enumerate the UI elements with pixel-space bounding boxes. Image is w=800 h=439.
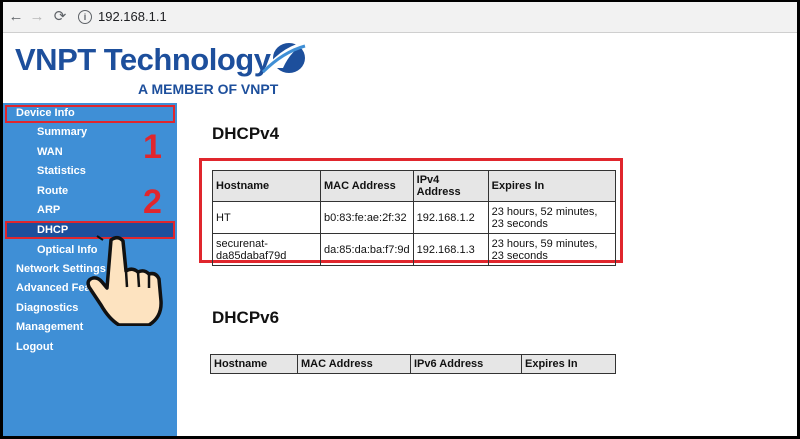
column-header: Expires In: [521, 354, 616, 374]
sidebar-item-management[interactable]: Management: [16, 321, 83, 333]
table-cell: da:85:da:ba:f7:9d: [320, 233, 414, 266]
sidebar-item-logout[interactable]: Logout: [16, 341, 53, 353]
column-header: Expires In: [487, 170, 617, 202]
table-cell: 192.168.1.2: [412, 201, 489, 234]
table-row: securenat-da85dabaf79d da:85:da:ba:f7:9d…: [212, 233, 617, 266]
dhcpv4-table: Hostname MAC Address IPv4 Address Expire…: [212, 170, 617, 266]
dhcpv6-title: DHCPv6: [212, 308, 280, 327]
sidebar-item-arp[interactable]: ARP: [37, 204, 60, 216]
sidebar-item-statistics[interactable]: Statistics: [37, 165, 86, 177]
column-header: Hostname: [210, 354, 298, 374]
sidebar-item-dhcp[interactable]: DHCP: [37, 224, 68, 236]
table-cell: b0:83:fe:ae:2f:32: [320, 201, 414, 234]
dhcpv6-table: Hostname MAC Address IPv6 Address Expire…: [210, 354, 616, 374]
table-cell: 23 hours, 59 minutes, 23 seconds: [487, 233, 617, 266]
table-cell: HT: [212, 201, 321, 234]
reload-icon[interactable]: ⟳: [51, 8, 69, 26]
column-header: MAC Address: [297, 354, 411, 374]
table-cell: 23 hours, 52 minutes, 23 seconds: [487, 201, 617, 234]
browser-window: ← → ⟳ i 192.168.1.1 VNPT Technology A ME…: [3, 2, 797, 436]
brand-name: VNPT Technology: [15, 42, 271, 77]
table-row: HT b0:83:fe:ae:2f:32 192.168.1.2 23 hour…: [212, 201, 617, 234]
sidebar-item-route[interactable]: Route: [37, 185, 68, 197]
column-header: MAC Address: [320, 170, 414, 202]
vnpt-logo-icon: [261, 42, 307, 74]
step-1-marker: 1: [143, 128, 162, 166]
pointing-hand-icon: [86, 235, 163, 326]
dhcpv4-title: DHCPv4: [212, 124, 280, 143]
sidebar-item-device-info[interactable]: Device Info: [16, 107, 75, 119]
browser-toolbar: ← → ⟳ i 192.168.1.1: [3, 2, 797, 33]
brand-tagline: A MEMBER OF VNPT: [138, 81, 279, 97]
info-icon[interactable]: i: [78, 10, 92, 24]
table-cell: securenat-da85dabaf79d: [212, 233, 321, 266]
table-header-row: Hostname MAC Address IPv6 Address Expire…: [210, 354, 616, 374]
address-bar[interactable]: 192.168.1.1: [98, 9, 167, 24]
step-2-marker: 2: [143, 183, 162, 221]
column-header: IPv4 Address: [412, 170, 489, 202]
table-header-row: Hostname MAC Address IPv4 Address Expire…: [212, 170, 617, 202]
sidebar-item-diagnostics[interactable]: Diagnostics: [16, 302, 78, 314]
forward-arrow-icon[interactable]: →: [28, 8, 46, 26]
sidebar-item-wan[interactable]: WAN: [37, 146, 63, 158]
back-arrow-icon[interactable]: ←: [7, 8, 25, 26]
sidebar-item-summary[interactable]: Summary: [37, 126, 87, 138]
column-header: Hostname: [212, 170, 321, 202]
column-header: IPv6 Address: [410, 354, 522, 374]
table-cell: 192.168.1.3: [412, 233, 489, 266]
